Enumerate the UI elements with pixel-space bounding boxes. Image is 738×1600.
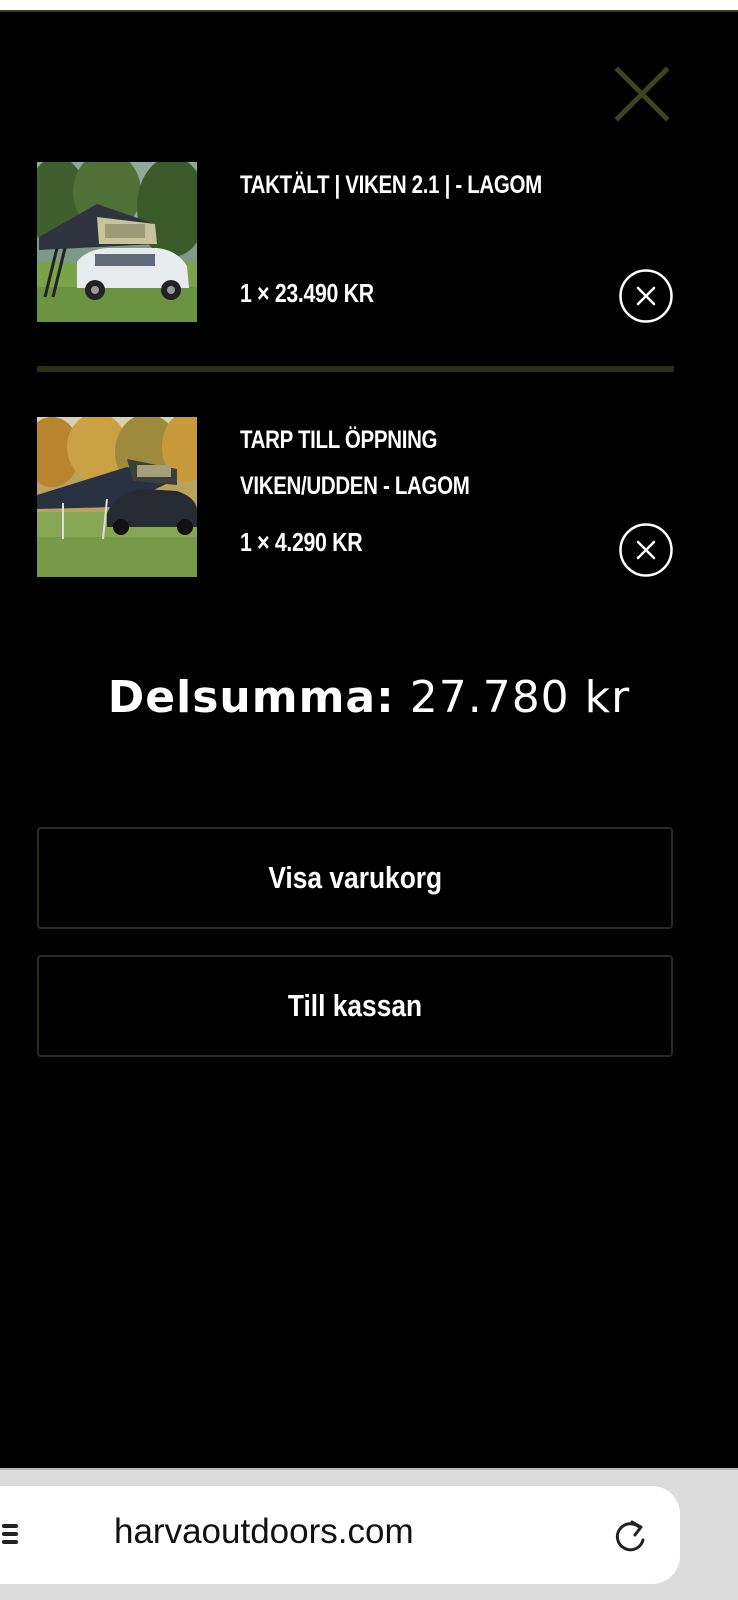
reload-icon[interactable]	[610, 1516, 650, 1556]
subtotal-value: 27.780 kr	[409, 672, 631, 723]
checkout-label: Till kassan	[287, 988, 423, 1023]
view-cart-label: Visa varukorg	[268, 860, 442, 895]
subtotal-label: Delsumma:	[107, 672, 395, 723]
cart-item-quantity-price: 1 × 23.490 KR	[240, 278, 374, 308]
remove-item-button[interactable]	[618, 522, 674, 578]
product-image-roof-tent[interactable]	[37, 162, 197, 322]
checkout-button[interactable]: Till kassan	[37, 955, 673, 1057]
address-bar[interactable]: harvaoutdoors.com	[0, 1486, 680, 1584]
cart-item-title[interactable]: TAKTÄLT | VIKEN 2.1 | - LAGOM	[240, 162, 543, 208]
cart-item-quantity-price: 1 × 4.290 KR	[240, 527, 363, 557]
top-edge	[0, 0, 738, 12]
roof-tent-illustration	[37, 162, 197, 322]
close-cart-button[interactable]	[610, 62, 674, 126]
cart-item-title[interactable]: TARP TILL ÖPPNING VIKEN/UDDEN - LAGOM	[240, 417, 543, 509]
browser-toolbar: harvaoutdoors.com	[0, 1468, 738, 1600]
mini-cart-panel: TAKTÄLT | VIKEN 2.1 | - LAGOM 1 × 23.490…	[0, 12, 738, 1468]
close-icon	[614, 66, 670, 122]
url-text: harvaoutdoors.com	[114, 1512, 414, 1551]
remove-circle-x-icon	[619, 269, 673, 323]
remove-circle-x-icon	[619, 523, 673, 577]
cart-subtotal: Delsumma: 27.780 kr	[0, 672, 738, 723]
tarp-illustration	[37, 417, 197, 577]
page-menu-icon[interactable]	[0, 1518, 22, 1550]
cart-item-divider	[37, 366, 674, 372]
remove-item-button[interactable]	[618, 268, 674, 324]
view-cart-button[interactable]: Visa varukorg	[37, 827, 673, 929]
product-image-tarp[interactable]	[37, 417, 197, 577]
